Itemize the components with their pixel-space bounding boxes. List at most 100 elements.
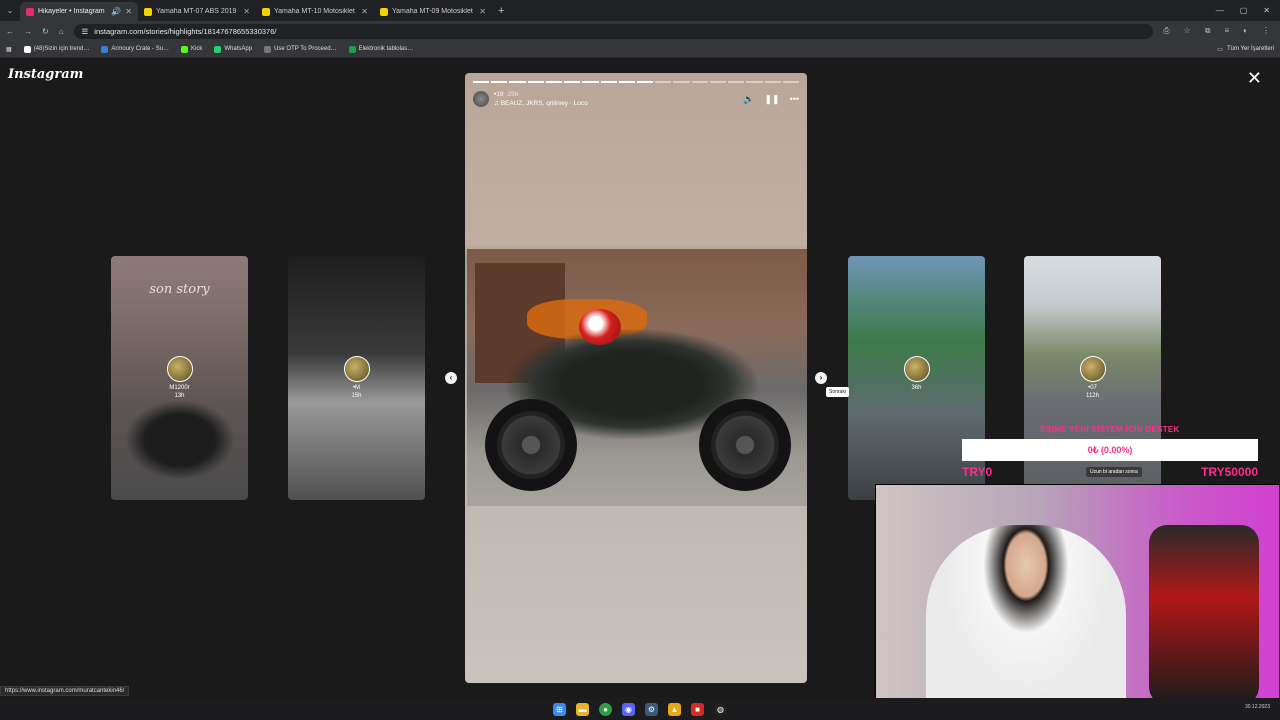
tab-close-icon[interactable]: ✕ [243,7,250,16]
progress-segment [618,81,635,83]
tab-search-icon[interactable]: ⌄ [0,6,20,15]
progress-segment [527,81,544,83]
kick-icon [181,45,189,53]
next-story-button[interactable]: › [815,372,827,384]
progress-segment [600,81,617,83]
helmet-image [579,309,621,345]
avatar[interactable] [473,91,489,107]
story-time: 15h [351,393,362,399]
taskbar-date: 30.12.2023 [1244,704,1270,710]
story-time: 13h [174,393,185,399]
menu-icon[interactable]: ⋮ [1262,26,1270,36]
bookmark-otp[interactable]: Use OTP To Proceed… [264,45,337,53]
obs-icon[interactable]: ◍ [714,702,727,716]
chrome-icon[interactable]: ● [599,702,612,716]
browser-tab-strip: ⌄ Hikayeler • Instagram 🔊 ✕ Yamaha MT-07… [0,0,1280,21]
progress-segment [728,81,745,83]
story-preview[interactable]: son story M1200r 13h [111,256,248,500]
story-time: 36h [911,385,922,391]
tab-instagram[interactable]: Hikayeler • Instagram 🔊 ✕ [20,2,138,21]
home-icon[interactable]: ⌂ [59,27,64,36]
story-music[interactable]: BEAUZ, JKRS, qrilinwy · Loco [501,100,588,107]
motorcycle-image [125,400,235,480]
windows-taskbar: ⊞ ▬ ● ◉ ⚙ ▲ ■ ◍ 30.12.2023 [0,698,1280,720]
progress-segment [764,81,781,83]
record-icon[interactable]: ■ [691,702,704,716]
pause-icon[interactable]: ❚❚ [764,94,779,105]
tab-mt10[interactable]: Yamaha MT-10 Motosiklet Fiya… ✕ [256,2,374,21]
story-username: M1200r [169,385,190,391]
file-explorer-icon[interactable]: ▬ [576,702,589,716]
tiktok-icon [23,45,31,53]
close-icon[interactable]: ✕ [1247,68,1262,89]
minimize-icon[interactable]: — [1216,6,1224,15]
tab-close-icon[interactable]: ✕ [479,7,486,16]
tab-title: Yamaha MT-09 Motosiklet Fiya… [392,8,475,15]
bookmark-whatsapp[interactable]: WhatsApp [214,45,252,53]
previous-story-button[interactable]: ‹ [445,372,457,384]
all-bookmarks-label: Tüm Yer İşaretleri [1226,46,1274,52]
all-bookmarks[interactable]: ▭ Tüm Yer İşaretleri [1217,46,1274,53]
story-preview[interactable]: •M 15h [288,256,425,500]
progress-segment [545,81,563,83]
story-photo [467,249,807,506]
story-header: •19 25h ♫ BEAUZ, JKRS, qrilinwy · Loco 🔈 … [473,90,799,108]
maximize-icon[interactable]: ▢ [1240,6,1248,15]
profile-icon[interactable]: ◐ [1243,26,1248,36]
avatar [167,356,193,382]
story-time: 25h [507,91,519,98]
url-bar[interactable]: ☰ instagram.com/stories/highlights/18147… [73,23,1154,39]
volume-icon[interactable]: 🔈 [743,94,754,105]
sahibinden-favicon-icon [380,7,388,16]
progress-segment [491,81,508,83]
bookmark-sheets[interactable]: Elektronik tablolas… [348,45,413,53]
media-icon[interactable]: ≡ [1224,26,1229,36]
whatsapp-icon [214,45,222,53]
apps-icon[interactable]: ▦ [6,46,12,53]
site-info-icon[interactable]: ☰ [82,27,89,36]
progress-segment [509,81,526,83]
bookmark-star-icon[interactable]: ☆ [1184,26,1191,36]
more-options-icon[interactable]: ••• [790,94,799,105]
new-tab-button[interactable]: + [492,5,510,17]
progress-segment [655,81,672,83]
story-overlay-text: son story [149,282,210,297]
tab-mt07[interactable]: Yamaha MT-07 ABS 2019 Modi… ✕ [138,2,256,21]
window-controls: — ▢ ✕ [1216,6,1280,15]
extensions-icon[interactable]: ⧉ [1205,26,1211,36]
donation-goal-widget: EŞİME YENİ SİSTEM İÇİN DESTEK 0₺ (0.00%)… [962,425,1258,480]
forward-icon[interactable]: → [24,27,32,36]
tab-mt09[interactable]: Yamaha MT-09 Motosiklet Fiya… ✕ [374,2,492,21]
progress-segment [782,81,799,83]
app-icon[interactable]: ▲ [668,702,681,716]
steam-icon[interactable]: ⚙ [645,702,658,716]
active-story[interactable]: •19 25h ♫ BEAUZ, JKRS, qrilinwy · Loco 🔈 … [465,73,807,683]
donation-min: TRY0 [962,465,993,479]
front-wheel-image [699,399,791,491]
reload-icon[interactable]: ↻ [42,27,49,36]
back-icon[interactable]: ← [6,27,14,36]
tab-title: Yamaha MT-10 Motosiklet Fiya… [274,8,357,15]
sahibinden-favicon-icon [262,7,270,16]
progress-segment [473,81,490,83]
close-window-icon[interactable]: ✕ [1263,6,1270,15]
discord-icon[interactable]: ◉ [622,702,635,716]
bookmark-tiktok[interactable]: (48)Sizin için trend… [23,45,89,53]
tab-close-icon[interactable]: ✕ [361,7,368,16]
story-progress-bar [473,81,799,83]
bookmark-armoury[interactable]: Armoury Crate - Su… [101,45,169,53]
bookmark-kick[interactable]: Kick [181,45,202,53]
instagram-logo[interactable]: Instagram [8,67,83,82]
page-icon [264,45,272,53]
link-status-bar: https://www.instagram.com/muratcantekin4… [0,686,130,696]
progress-segment [691,81,708,83]
folder-icon: ▭ [1217,46,1223,53]
speaker-icon[interactable]: 🔊 [111,7,121,16]
streamer-image [926,525,1126,711]
tab-close-icon[interactable]: ✕ [125,7,132,16]
story-username[interactable]: •19 [494,91,504,98]
install-app-icon[interactable]: ⎙ [1163,26,1169,36]
story-time: 112h [1086,393,1099,399]
music-icon: ♫ [494,100,501,107]
start-icon[interactable]: ⊞ [553,702,566,716]
